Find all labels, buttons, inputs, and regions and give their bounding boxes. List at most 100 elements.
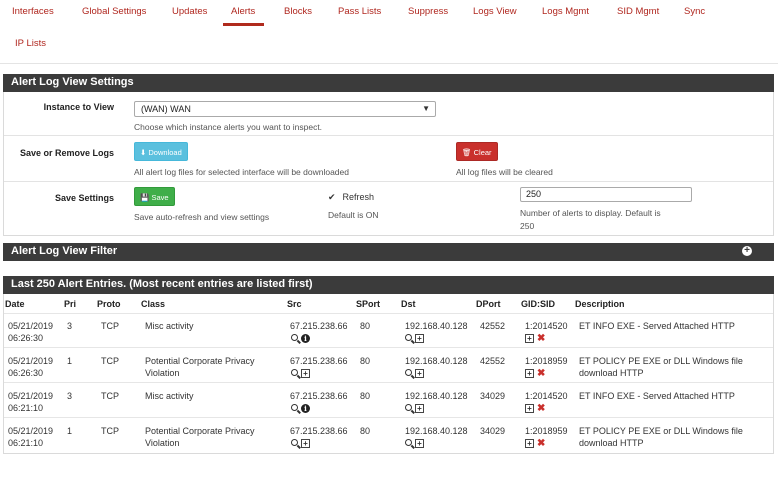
- num-alerts-input[interactable]: 250: [520, 187, 692, 202]
- plus-square-icon[interactable]: +: [415, 369, 424, 378]
- cell-sport: 80: [360, 356, 371, 366]
- clear-button[interactable]: 🗑 Clear: [456, 142, 498, 161]
- floppy-icon: 💾: [140, 193, 150, 202]
- plus-square-icon[interactable]: +: [415, 404, 424, 413]
- cell-gid-sid: 1:2018959: [525, 356, 568, 366]
- plus-square-icon[interactable]: +: [301, 439, 310, 448]
- sid-actions: + ✖: [525, 334, 546, 344]
- cell-dport: 34029: [480, 426, 506, 436]
- src-actions: +: [291, 369, 310, 378]
- download-help: All alert log files for selected interfa…: [134, 167, 349, 177]
- src-actions: +: [291, 439, 310, 448]
- refresh-label: Refresh: [342, 192, 375, 202]
- cell-sport: 80: [360, 391, 371, 401]
- divider: [4, 382, 773, 383]
- column-header-gid-sid: GID:SID: [521, 299, 556, 309]
- src-actions: i: [291, 334, 310, 343]
- download-button[interactable]: ⬇ Download: [134, 142, 188, 161]
- plus-square-icon[interactable]: +: [525, 369, 534, 378]
- cell-date: 05/21/2019 06:21:10: [8, 391, 54, 413]
- tab-sync[interactable]: Sync: [684, 6, 705, 17]
- tab-pass-lists[interactable]: Pass Lists: [338, 6, 381, 17]
- divider: [4, 181, 773, 182]
- tab-interfaces[interactable]: Interfaces: [12, 6, 54, 17]
- cell-dst: 192.168.40.128: [405, 321, 468, 331]
- tab-alerts[interactable]: Alerts: [222, 6, 265, 26]
- dst-actions: +: [405, 439, 424, 448]
- cell-src: 67.215.238.66: [290, 321, 348, 331]
- tab-blocks[interactable]: Blocks: [284, 6, 312, 17]
- settings-panel: Instance to View (WAN) WAN ▼ Choose whic…: [3, 92, 774, 236]
- column-header-dst: Dst: [401, 299, 416, 309]
- num-alerts-help: Number of alerts to display. Default is: [520, 208, 661, 218]
- search-icon[interactable]: [291, 334, 298, 341]
- save-settings-label: Save Settings: [54, 193, 114, 203]
- close-icon[interactable]: ✖: [537, 334, 546, 344]
- cell-proto: TCP: [101, 356, 119, 366]
- search-icon[interactable]: [405, 334, 412, 341]
- close-icon[interactable]: ✖: [537, 369, 546, 379]
- cell-description: ET POLICY PE EXE or DLL Windows file down…: [579, 426, 743, 448]
- close-icon[interactable]: ✖: [537, 439, 546, 449]
- tab-suppress[interactable]: Suppress: [408, 6, 448, 17]
- tab-logs-view[interactable]: Logs View: [473, 6, 517, 17]
- tab-bar: Interfaces Global Settings Updates Alert…: [0, 0, 778, 64]
- dst-actions: +: [405, 404, 424, 413]
- divider: [4, 135, 773, 136]
- cell-sport: 80: [360, 321, 371, 331]
- cell-dport: 34029: [480, 391, 506, 401]
- tab-logs-mgmt[interactable]: Logs Mgmt: [542, 6, 589, 17]
- tab-updates[interactable]: Updates: [172, 6, 207, 17]
- search-icon[interactable]: [291, 439, 298, 446]
- plus-square-icon[interactable]: +: [301, 369, 310, 378]
- filter-title: Alert Log View Filter: [11, 245, 118, 257]
- sid-actions: + ✖: [525, 439, 546, 449]
- tab-ip-lists[interactable]: IP Lists: [15, 38, 46, 49]
- plus-square-icon[interactable]: +: [415, 334, 424, 343]
- save-remove-label: Save or Remove Logs: [19, 148, 114, 158]
- search-icon[interactable]: [405, 439, 412, 446]
- search-icon[interactable]: [405, 369, 412, 376]
- num-alerts-help-default: 250: [520, 221, 535, 231]
- column-header-dport: DPort: [476, 299, 501, 309]
- cell-date: 05/21/2019 06:26:30: [8, 356, 54, 378]
- column-header-description: Description: [575, 299, 625, 309]
- divider: [4, 347, 773, 348]
- refresh-checkbox[interactable]: ✔ Refresh: [328, 192, 374, 204]
- divider: [4, 313, 773, 314]
- cell-date: 05/21/2019 06:26:30: [8, 321, 54, 343]
- search-icon[interactable]: [291, 369, 298, 376]
- cell-dst: 192.168.40.128: [405, 426, 468, 436]
- search-icon[interactable]: [291, 404, 298, 411]
- filter-panel-title[interactable]: Alert Log View Filter +: [3, 243, 774, 261]
- close-icon[interactable]: ✖: [537, 404, 546, 414]
- tab-sid-mgmt[interactable]: SID Mgmt: [617, 6, 659, 17]
- dst-actions: +: [405, 369, 424, 378]
- cell-dst: 192.168.40.128: [405, 391, 468, 401]
- cell-src: 67.215.238.66: [290, 391, 348, 401]
- chevron-down-icon: ▼: [422, 104, 430, 113]
- tab-global-settings[interactable]: Global Settings: [82, 6, 146, 17]
- plus-square-icon[interactable]: +: [525, 404, 534, 413]
- save-button[interactable]: 💾 Save: [134, 187, 175, 206]
- column-header-date: Date: [5, 299, 25, 309]
- column-header-sport: SPort: [356, 299, 381, 309]
- divider: [4, 417, 773, 418]
- info-icon[interactable]: i: [301, 404, 310, 413]
- download-button-label: Download: [148, 148, 182, 157]
- cell-dport: 42552: [480, 321, 506, 331]
- cell-class: Misc activity: [145, 321, 194, 331]
- cell-dst: 192.168.40.128: [405, 356, 468, 366]
- cell-gid-sid: 1:2018959: [525, 426, 568, 436]
- column-header-src: Src: [287, 299, 302, 309]
- plus-circle-icon[interactable]: +: [742, 246, 752, 256]
- instance-select[interactable]: (WAN) WAN ▼: [134, 101, 436, 117]
- plus-square-icon[interactable]: +: [525, 334, 534, 343]
- search-icon[interactable]: [405, 404, 412, 411]
- plus-square-icon[interactable]: +: [525, 439, 534, 448]
- info-icon[interactable]: i: [301, 334, 310, 343]
- clear-help: All log files will be cleared: [456, 167, 553, 177]
- src-actions: i: [291, 404, 310, 413]
- plus-square-icon[interactable]: +: [415, 439, 424, 448]
- cell-src: 67.215.238.66: [290, 356, 348, 366]
